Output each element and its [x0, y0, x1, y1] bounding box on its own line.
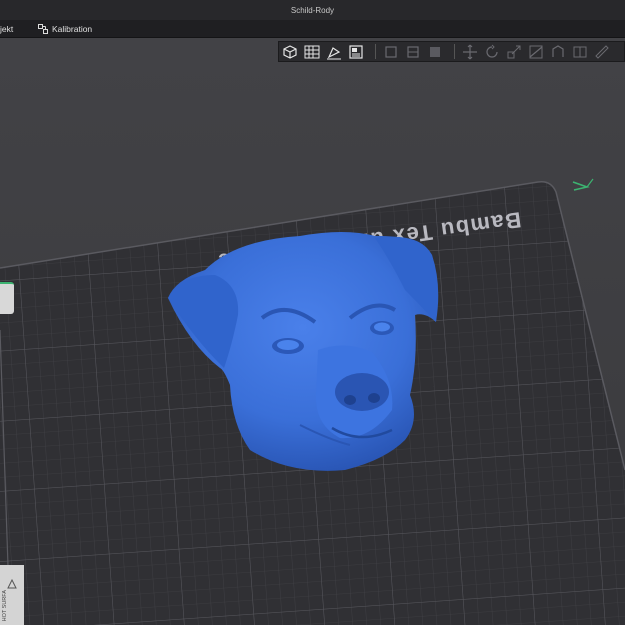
collapse-sidebar-tab[interactable]: [0, 282, 14, 314]
menu-calibration-label: Kalibration: [52, 24, 93, 34]
variable-button[interactable]: [426, 43, 444, 60]
plates-button[interactable]: [347, 43, 365, 60]
top-toolbar: [278, 41, 625, 62]
rotate-icon: [486, 44, 498, 58]
split-button[interactable]: [382, 43, 400, 60]
menu-project[interactable]: jekt: [0, 24, 13, 34]
support-paint-icon: [552, 44, 564, 57]
rotate-button[interactable]: [483, 43, 501, 60]
arrange-grid-icon: [304, 45, 320, 58]
arrange-button[interactable]: [303, 43, 321, 60]
seam-paint-icon: [573, 46, 587, 57]
menu-project-label: jekt: [0, 24, 14, 34]
menu-calibration[interactable]: Kalibration: [38, 24, 92, 34]
add-cube-icon: [283, 44, 297, 59]
warning-icon: [7, 579, 17, 589]
seam-paint-button[interactable]: [571, 43, 589, 60]
measure-button[interactable]: [593, 43, 611, 60]
split-icon: [385, 45, 397, 58]
window-title: Schild-Rody: [290, 6, 335, 15]
3d-viewport[interactable]: Bambu Tex ured PEI Plate: [0, 38, 625, 625]
variable-icon: [430, 46, 440, 57]
layers-icon: [407, 45, 419, 58]
plates-icon: [349, 44, 363, 59]
orient-icon: [327, 46, 341, 59]
menu-bar: jekt Kalibration: [0, 20, 625, 38]
scale-icon: [507, 45, 521, 58]
add-cube-button[interactable]: [281, 43, 299, 60]
support-paint-button[interactable]: [549, 43, 567, 60]
move-button[interactable]: [461, 43, 479, 60]
calibration-icon: [38, 24, 48, 34]
measure-icon: [595, 44, 609, 59]
cut-icon: [529, 45, 543, 58]
hot-surface-warning: HOT SURFA: [0, 565, 24, 625]
axis-indicator-icon: [572, 178, 594, 191]
move-icon: [463, 44, 477, 59]
title-bar: Schild-Rody: [0, 0, 625, 20]
orient-button[interactable]: [325, 43, 343, 60]
cut-button[interactable]: [527, 43, 545, 60]
layers-button[interactable]: [404, 43, 422, 60]
scale-button[interactable]: [505, 43, 523, 60]
hot-surface-text: HOT SURFA: [2, 589, 8, 621]
